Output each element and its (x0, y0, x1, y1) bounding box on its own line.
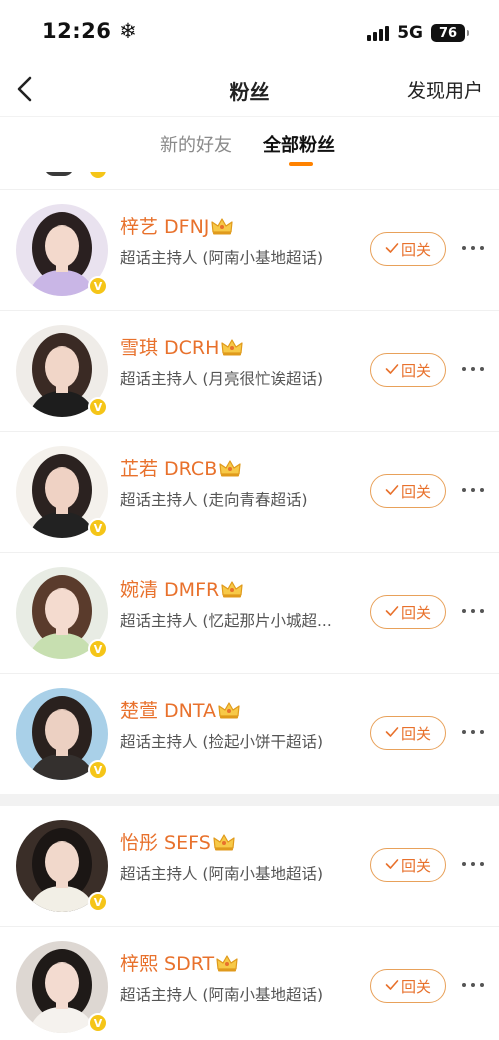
status-indicators: 5G 76 (367, 22, 469, 44)
verified-badge-icon (90, 172, 106, 178)
follow-back-button[interactable]: 回关 (370, 353, 446, 387)
discover-users-button[interactable]: 发现用户 (407, 76, 483, 103)
fan-row[interactable]: V 婉清 DMFR 超话主持人 (忆起那片小城超... 回关 (0, 553, 499, 674)
list-item-partial (0, 172, 499, 190)
check-icon (385, 482, 399, 500)
fan-row[interactable]: V 雪琪 DCRH 超话主持人 (月亮很忙诶超话) 回关 (0, 311, 499, 432)
fan-name: 梓熙 SDRT (120, 949, 239, 978)
follow-back-button[interactable]: 回关 (370, 969, 446, 1003)
verified-badge-icon: V (88, 892, 108, 912)
status-time: 12:26 ❄ (42, 19, 138, 43)
follow-back-button[interactable]: 回关 (370, 474, 446, 508)
follow-back-label: 回关 (400, 240, 431, 259)
more-dots-icon[interactable] (462, 361, 484, 377)
follow-back-button[interactable]: 回关 (370, 848, 446, 882)
tab-all-fans[interactable]: 全部粉丝 (263, 131, 335, 157)
fan-row[interactable]: V 芷若 DRCB 超话主持人 (走向青春超话) 回关 (0, 432, 499, 553)
more-dots-icon[interactable] (462, 724, 484, 740)
battery-icon: 76 (431, 24, 469, 42)
fan-row[interactable]: V 怡彤 SEFS 超话主持人 (阿南小基地超话) 回关 (0, 806, 499, 927)
crown-icon (218, 458, 242, 483)
fan-description: 超话主持人 (走向青春超话) (120, 491, 308, 509)
verified-badge-icon: V (88, 1013, 108, 1033)
follow-back-label: 回关 (400, 856, 431, 875)
check-icon (385, 603, 399, 621)
more-dots-icon[interactable] (462, 977, 484, 993)
tab-bar: 新的好友 全部粉丝 (0, 116, 499, 172)
fan-description: 超话主持人 (阿南小基地超话) (120, 865, 324, 883)
more-dots-icon[interactable] (462, 240, 484, 256)
fan-name-text: 婉清 DMFR (120, 579, 220, 601)
check-icon (385, 977, 399, 995)
fan-name-text: 怡彤 SEFS (120, 832, 211, 854)
avatar (44, 172, 74, 176)
follow-back-label: 回关 (400, 603, 431, 622)
fan-name: 梓艺 DFNJ (120, 212, 234, 241)
fan-name-text: 芷若 DRCB (120, 458, 218, 480)
fan-name: 怡彤 SEFS (120, 828, 236, 857)
fan-name: 雪琪 DCRH (120, 333, 244, 362)
crown-icon (210, 216, 234, 241)
check-icon (385, 856, 399, 874)
verified-badge-icon: V (88, 276, 108, 296)
verified-badge-icon: V (88, 639, 108, 659)
fan-name: 芷若 DRCB (120, 454, 242, 483)
verified-badge-icon: V (88, 397, 108, 417)
signal-icon (367, 25, 390, 41)
fan-name: 楚萱 DNTA (120, 696, 241, 725)
fan-description: 超话主持人 (月亮很忙诶超话) (120, 370, 324, 388)
crown-icon (212, 832, 236, 857)
fan-name: 婉清 DMFR (120, 575, 244, 604)
crown-icon (220, 579, 244, 604)
follow-back-button[interactable]: 回关 (370, 232, 446, 266)
follow-back-button[interactable]: 回关 (370, 716, 446, 750)
nav-bar: 粉丝 发现用户 (0, 64, 499, 116)
tab-active-indicator (289, 162, 313, 166)
chevron-left-icon[interactable] (12, 72, 42, 106)
more-dots-icon[interactable] (462, 856, 484, 872)
fan-row[interactable]: V 楚萱 DNTA 超话主持人 (捡起小饼干超话) 回关 (0, 674, 499, 795)
crown-icon (220, 337, 244, 362)
fan-name-text: 梓艺 DFNJ (120, 216, 210, 238)
fan-name-text: 梓熙 SDRT (120, 953, 215, 975)
follow-back-button[interactable]: 回关 (370, 595, 446, 629)
status-bar: 12:26 ❄ 5G 76 (0, 0, 499, 64)
fan-description: 超话主持人 (阿南小基地超话) (120, 249, 324, 267)
follow-back-label: 回关 (400, 977, 431, 996)
verified-badge-icon: V (88, 760, 108, 780)
check-icon (385, 240, 399, 258)
fan-row[interactable]: V 梓熙 SDRT 超话主持人 (阿南小基地超话) 回关 (0, 927, 499, 1040)
network-label: 5G (397, 23, 423, 43)
check-icon (385, 724, 399, 742)
check-icon (385, 361, 399, 379)
fan-name-text: 楚萱 DNTA (120, 700, 217, 722)
crown-icon (215, 953, 239, 978)
fan-name-text: 雪琪 DCRH (120, 337, 220, 359)
more-dots-icon[interactable] (462, 482, 484, 498)
follow-back-label: 回关 (400, 724, 431, 743)
verified-badge-icon: V (88, 518, 108, 538)
more-dots-icon[interactable] (462, 603, 484, 619)
fan-description: 超话主持人 (忆起那片小城超... (120, 612, 332, 630)
crown-icon (217, 700, 241, 725)
fan-row[interactable]: V 梓艺 DFNJ 超话主持人 (阿南小基地超话) 回关 (0, 190, 499, 311)
fan-description: 超话主持人 (阿南小基地超话) (120, 986, 324, 1004)
follow-back-label: 回关 (400, 482, 431, 501)
tab-new-friends[interactable]: 新的好友 (160, 131, 232, 157)
fan-description: 超话主持人 (捡起小饼干超话) (120, 733, 324, 751)
section-divider (0, 794, 499, 806)
follow-back-label: 回关 (400, 361, 431, 380)
